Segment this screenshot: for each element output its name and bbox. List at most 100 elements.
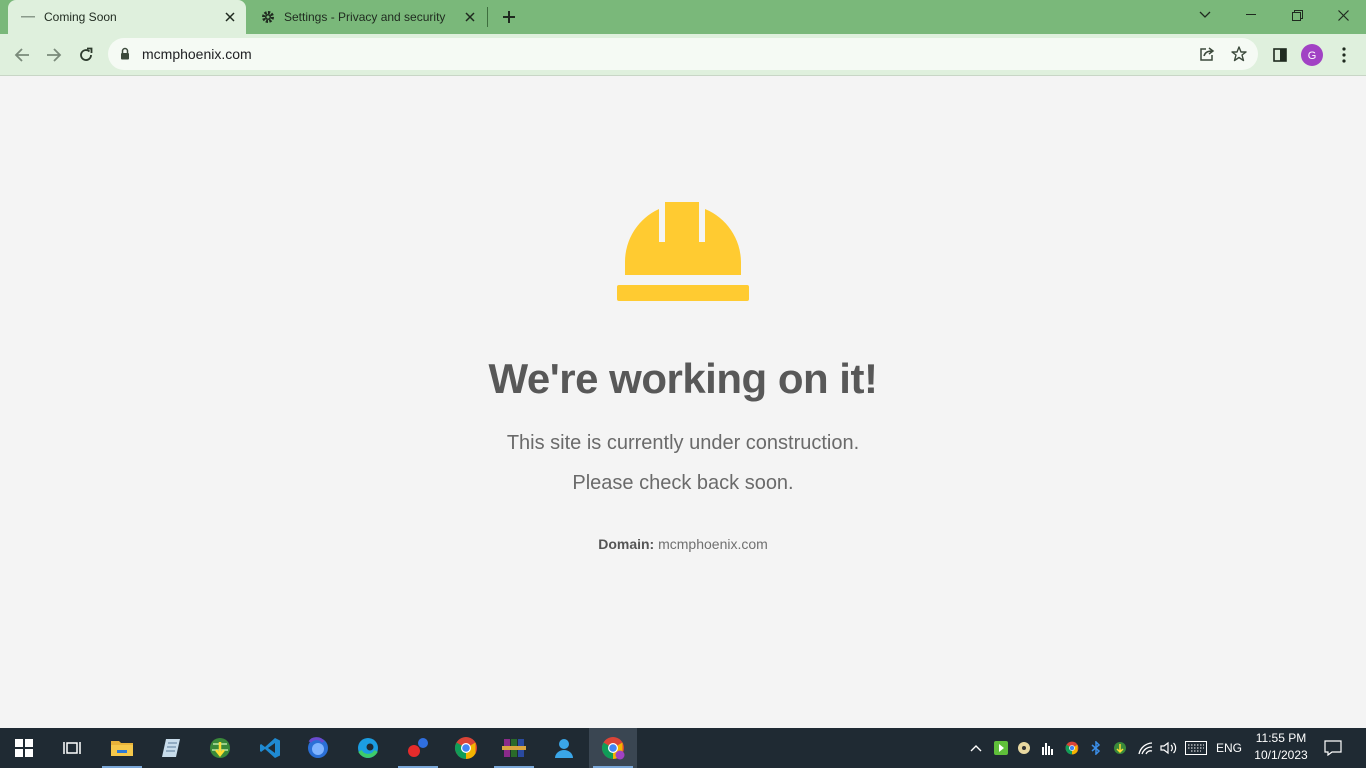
language-indicator[interactable]: ENG — [1216, 741, 1242, 755]
browser-titlebar: Coming Soon Settings - Privacy and secur… — [0, 0, 1366, 34]
tray-idm[interactable] — [1110, 728, 1130, 768]
menu-button[interactable] — [1328, 39, 1360, 71]
construction-message: This site is currently under constructio… — [506, 432, 860, 454]
chrome-icon — [455, 737, 477, 759]
tab-title: Settings - Privacy and security — [284, 10, 446, 24]
internet-download-manager-icon — [1114, 742, 1126, 754]
domain-value: mcmphoenix.com — [658, 536, 768, 552]
notification-icon — [1324, 740, 1342, 756]
notepad-icon — [162, 739, 180, 757]
chrome-profile-button[interactable] — [589, 728, 637, 768]
side-panel-button[interactable] — [1264, 39, 1296, 71]
kebab-menu-icon — [1342, 47, 1346, 63]
side-panel-icon — [1273, 48, 1287, 62]
clock-date: 10/1/2023 — [1254, 748, 1308, 762]
firefox-button[interactable] — [294, 728, 342, 768]
bookmark-star-icon[interactable] — [1230, 45, 1248, 68]
close-tab-icon[interactable] — [460, 7, 480, 27]
minimize-button[interactable] — [1228, 0, 1274, 30]
chrome-profile-icon — [602, 737, 625, 760]
plus-icon — [503, 11, 515, 23]
user-folder-button[interactable] — [540, 728, 588, 768]
disc-app-icon — [1018, 742, 1030, 754]
lock-icon[interactable] — [120, 47, 130, 65]
domain-label: Domain: — [598, 536, 655, 552]
restore-icon — [1291, 9, 1303, 21]
restore-button[interactable] — [1274, 0, 1320, 30]
tab-separator — [487, 7, 488, 27]
new-tab-button[interactable] — [497, 5, 521, 29]
chevron-up-icon — [970, 745, 982, 752]
profile-button[interactable]: G — [1296, 39, 1328, 71]
clock[interactable]: 11:55 PM 10/1/2023 — [1248, 730, 1314, 764]
wifi-icon — [1138, 742, 1153, 755]
dot-app-button[interactable] — [394, 728, 442, 768]
keyboard-icon — [1185, 741, 1207, 755]
tray-app-disc[interactable] — [1014, 728, 1034, 768]
reload-button[interactable] — [70, 39, 102, 71]
back-arrow-icon — [14, 48, 29, 62]
avatar-initial: G — [1308, 50, 1317, 62]
edge-button[interactable] — [344, 728, 392, 768]
task-view-icon — [63, 742, 81, 754]
internet-download-manager-icon — [210, 738, 230, 758]
page-content: We're working on it! This site is curren… — [0, 77, 1366, 728]
edge-icon — [358, 738, 378, 758]
vscode-icon — [260, 738, 280, 758]
start-button[interactable] — [0, 728, 48, 768]
tray-network[interactable] — [1135, 728, 1157, 768]
tray-app-green[interactable] — [991, 728, 1011, 768]
gear-icon — [260, 9, 276, 25]
page-title: We're working on it! — [488, 355, 878, 402]
close-tab-icon[interactable] — [220, 7, 240, 27]
tray-chrome[interactable] — [1062, 728, 1082, 768]
tray-touch-keyboard[interactable] — [1183, 728, 1209, 768]
browser-toolbar: mcmphoenix.com G — [0, 34, 1366, 76]
file-explorer-button[interactable] — [98, 728, 146, 768]
share-icon[interactable] — [1198, 45, 1216, 68]
tab-settings[interactable]: Settings - Privacy and security — [250, 0, 486, 34]
tray-bluetooth[interactable] — [1086, 728, 1106, 768]
windows-start-icon — [15, 739, 33, 757]
close-icon — [1337, 9, 1349, 21]
vscode-button[interactable] — [246, 728, 294, 768]
clock-time: 11:55 PM — [1255, 731, 1307, 745]
equalizer-icon — [1042, 743, 1053, 755]
notifications-button[interactable] — [1318, 728, 1348, 768]
url-text[interactable]: mcmphoenix.com — [142, 46, 252, 62]
volume-icon — [1160, 741, 1177, 755]
internet-download-manager-button[interactable] — [196, 728, 244, 768]
bluetooth-icon — [1091, 741, 1101, 755]
winrar-icon — [502, 739, 526, 757]
task-view-button[interactable] — [48, 728, 96, 768]
notepad-button[interactable] — [148, 728, 196, 768]
tab-title: Coming Soon — [44, 10, 117, 24]
minimize-icon — [1246, 14, 1256, 15]
chrome-button[interactable] — [442, 728, 490, 768]
check-back-message: Please check back soon. — [572, 472, 794, 494]
close-window-button[interactable] — [1320, 0, 1366, 30]
tray-volume[interactable] — [1158, 728, 1180, 768]
hard-hat-icon — [617, 202, 749, 301]
file-explorer-icon — [111, 741, 133, 756]
forward-button[interactable] — [38, 39, 70, 71]
address-bar[interactable]: mcmphoenix.com — [108, 38, 1258, 70]
back-button[interactable] — [6, 39, 38, 71]
loading-favicon-icon — [20, 9, 36, 25]
tab-coming-soon[interactable]: Coming Soon — [8, 0, 246, 34]
winrar-button[interactable] — [490, 728, 538, 768]
user-folder-icon — [555, 739, 573, 758]
taskbar: ENG 11:55 PM 10/1/2023 — [0, 728, 1366, 768]
chevron-down-icon — [1199, 11, 1211, 18]
play-app-icon — [994, 741, 1008, 755]
dot-app-icon — [408, 738, 428, 757]
chrome-icon — [1065, 741, 1079, 755]
avatar: G — [1301, 44, 1323, 66]
show-hidden-icons-button[interactable] — [966, 728, 986, 768]
tab-search-button[interactable] — [1182, 0, 1228, 30]
forward-arrow-icon — [47, 48, 62, 62]
firefox-icon — [308, 737, 328, 758]
domain-info: Domain: mcmphoenix.com — [0, 536, 1366, 552]
tray-audio-meter[interactable] — [1038, 728, 1058, 768]
reload-icon — [80, 47, 93, 61]
